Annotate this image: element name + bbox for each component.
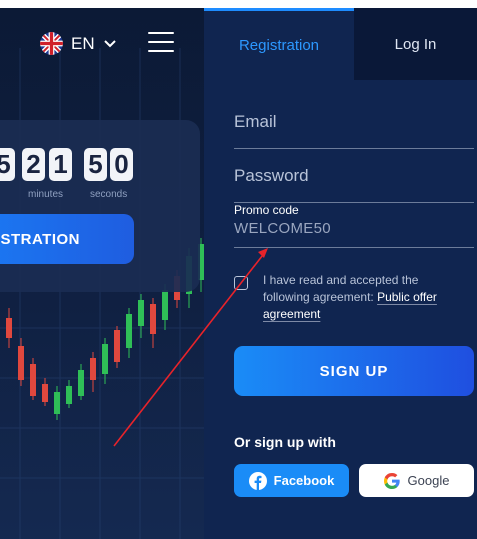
sign-up-button[interactable]: SIGN UP (234, 346, 474, 396)
password-placeholder: Password (234, 166, 309, 185)
tab-registration[interactable]: Registration (204, 8, 354, 80)
language-code: EN (71, 33, 95, 53)
countdown-card (0, 120, 200, 292)
chevron-down-icon (103, 39, 116, 47)
candle-body (126, 314, 132, 348)
agreement-text: I have read and accepted the following a… (263, 272, 463, 323)
candle-body (102, 344, 108, 374)
candle-body (6, 318, 12, 338)
timer-digit-partial: 5 (0, 148, 15, 181)
google-icon (383, 472, 400, 489)
email-placeholder: Email (234, 112, 277, 131)
candle-body (30, 364, 36, 396)
agreement-checkbox[interactable] (234, 276, 248, 290)
hamburger-menu-icon[interactable] (148, 32, 174, 54)
tab-login[interactable]: Log In (354, 8, 477, 80)
candle-body (42, 384, 48, 402)
timer-minutes-digit-2: 1 (49, 148, 72, 181)
hero-registration-button[interactable]: STRATION (0, 214, 134, 264)
minutes-label: minutes (28, 189, 64, 200)
auth-tabs: Registration Log In (204, 8, 477, 80)
candle-body (18, 346, 24, 380)
uk-flag-icon (40, 32, 63, 55)
page: 5 2 1 5 0 minutes seconds STRATION EN Re… (0, 8, 477, 539)
timer-seconds-digit-1: 5 (84, 148, 107, 181)
candle-body (78, 370, 84, 396)
timer-minutes-digit-1: 2 (22, 148, 45, 181)
google-signup-button[interactable]: Google (359, 464, 474, 497)
facebook-signup-button[interactable]: Facebook (234, 464, 349, 497)
google-label: Google (407, 473, 450, 488)
candle-body (114, 330, 120, 362)
language-selector[interactable]: EN (40, 32, 117, 55)
promo-code-label: Promo code (234, 203, 299, 217)
seconds-label: seconds (90, 189, 128, 200)
candle-body (90, 358, 96, 380)
email-underline (234, 148, 474, 149)
candle-body (162, 290, 168, 320)
email-field[interactable]: Email (234, 112, 474, 149)
facebook-label: Facebook (273, 473, 335, 488)
promo-underline (234, 247, 474, 248)
facebook-icon (248, 471, 267, 490)
promo-code-field[interactable]: Promo code WELCOME50 (234, 203, 474, 248)
candle-body (66, 386, 72, 404)
candle-body (138, 300, 144, 326)
hero-section: 5 2 1 5 0 minutes seconds STRATION EN (0, 8, 204, 539)
candle-body (54, 392, 60, 414)
timer-seconds-digit-2: 0 (110, 148, 133, 181)
promo-code-value: WELCOME50 (234, 220, 331, 237)
or-sign-up-with-label: Or sign up with (234, 434, 336, 450)
password-field[interactable]: Password (234, 166, 474, 203)
candle-body (150, 304, 156, 334)
registration-panel: Registration Log In Email Password Promo… (204, 8, 477, 539)
